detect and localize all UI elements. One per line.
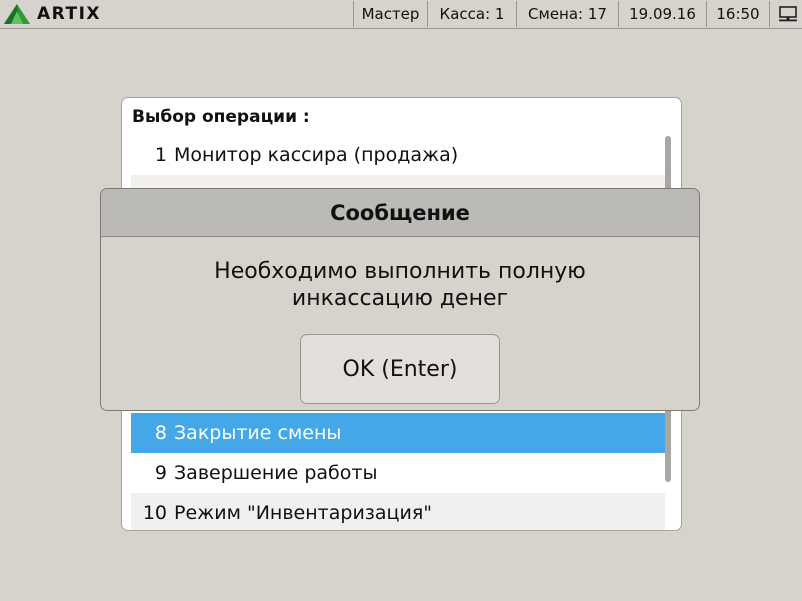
- dialog-message-line-1: Необходимо выполнить полную: [214, 259, 586, 284]
- status-time: 16:50: [706, 1, 769, 27]
- menu-item-9[interactable]: 9 Завершение работы: [131, 453, 665, 493]
- menu-item-label: Монитор кассира (продажа): [174, 144, 459, 166]
- menu-item-number: 10: [142, 502, 167, 524]
- menu-item-10[interactable]: 10 Режим "Инвентаризация": [131, 493, 665, 530]
- dialog-title: Сообщение: [101, 189, 699, 237]
- ok-button[interactable]: OK (Enter): [300, 334, 500, 404]
- app-window: ARTIX Мастер Касса: 1 Смена: 17 19.09.16…: [0, 0, 802, 601]
- menu-item-number: 8: [154, 422, 167, 444]
- menu-item-label: Режим "Инвентаризация": [174, 502, 432, 524]
- message-dialog: Сообщение Необходимо выполнить полную ин…: [100, 188, 700, 411]
- menu-item-label: Закрытие смены: [174, 422, 342, 444]
- status-shift: Смена: 17: [516, 1, 618, 27]
- monitor-network-icon: [779, 6, 797, 22]
- menu-item-number: 1: [154, 144, 167, 166]
- menu-item-8[interactable]: 8 Закрытие смены: [131, 413, 665, 453]
- menu-title: Выбор операции :: [132, 107, 310, 127]
- network-status[interactable]: [769, 1, 802, 27]
- artix-logo-icon: [4, 4, 30, 24]
- status-kassa: Касса: 1: [427, 1, 516, 27]
- artix-logo: ARTIX: [4, 3, 101, 25]
- top-bar: ARTIX Мастер Касса: 1 Смена: 17 19.09.16…: [0, 0, 802, 29]
- dialog-message: Необходимо выполнить полную инкассацию д…: [101, 258, 699, 312]
- dialog-message-line-2: инкассацию денег: [291, 286, 509, 311]
- menu-item-number: 9: [154, 462, 167, 484]
- brand-name: ARTIX: [37, 4, 102, 24]
- menu-item-label: Завершение работы: [174, 462, 378, 484]
- status-user: Мастер: [353, 1, 427, 27]
- status-date: 19.09.16: [618, 1, 706, 27]
- menu-item-1[interactable]: 1 Монитор кассира (продажа): [131, 135, 665, 175]
